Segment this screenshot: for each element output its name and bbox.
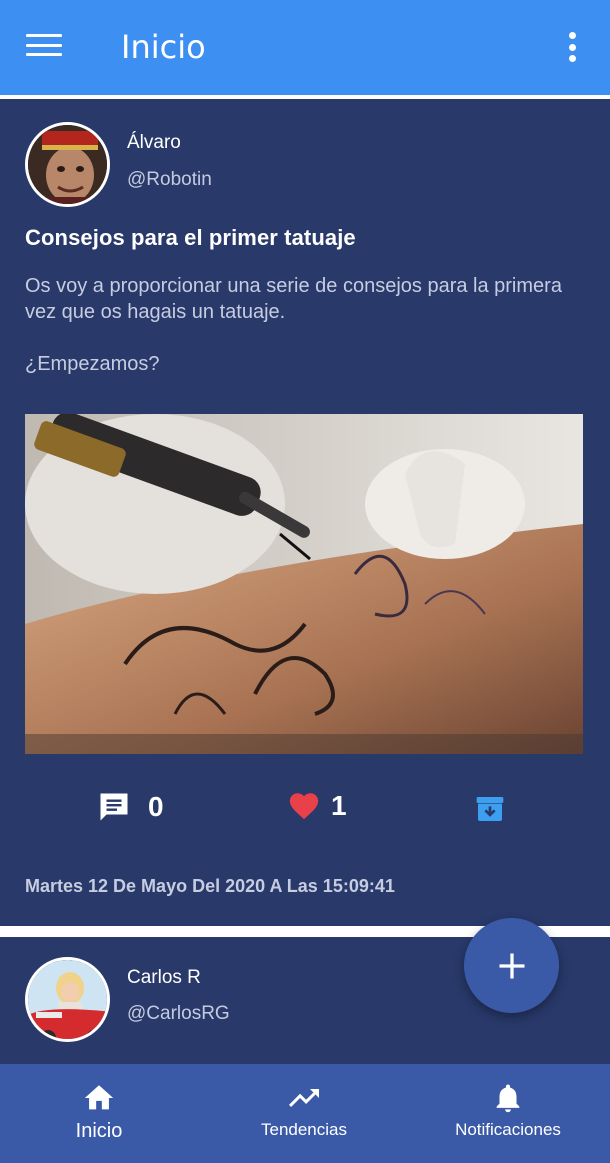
page-title: Inicio xyxy=(121,28,206,66)
post-actions: 0 1 xyxy=(0,787,610,837)
archive-icon xyxy=(476,797,504,821)
app-bar: Inicio xyxy=(0,0,610,95)
comment-icon xyxy=(100,793,128,821)
nav-label: Inicio xyxy=(75,1120,123,1142)
nav-item-tendencias[interactable]: Tendencias xyxy=(250,1064,358,1163)
nav-item-notificaciones[interactable]: Notificaciones xyxy=(446,1064,570,1163)
trending-up-icon xyxy=(289,1089,319,1107)
likes-count: 1 xyxy=(331,790,347,821)
nav-label: Notificaciones xyxy=(455,1120,561,1139)
post-body-text: Os voy a proporcionar una serie de conse… xyxy=(25,275,562,323)
new-post-button[interactable] xyxy=(464,918,559,1013)
post-card[interactable]: Álvaro @Robotin Consejos para el primer … xyxy=(0,99,610,926)
post-body: Os voy a proporcionar una serie de conse… xyxy=(25,273,585,377)
archive-button[interactable] xyxy=(474,793,506,825)
author-name[interactable]: Álvaro xyxy=(127,132,181,154)
author-handle[interactable]: @CarlosRG xyxy=(127,1003,230,1025)
post-timestamp: Martes 12 De Mayo Del 2020 A Las 15:09:4… xyxy=(25,876,395,896)
bottom-navigation: Inicio Tendencias Notificaciones xyxy=(0,1064,610,1163)
author-handle[interactable]: @Robotin xyxy=(127,169,212,191)
post-title: Consejos para el primer tatuaje xyxy=(25,225,356,250)
like-button[interactable]: 1 xyxy=(287,789,347,823)
comment-button[interactable]: 0 xyxy=(96,789,164,825)
post-body-text: ¿Empezamos? xyxy=(25,353,160,375)
menu-icon[interactable] xyxy=(26,30,62,60)
more-vert-icon[interactable] xyxy=(562,32,582,62)
author-name[interactable]: Carlos R xyxy=(127,967,201,989)
post-image[interactable] xyxy=(25,414,583,754)
comments-count: 0 xyxy=(148,791,164,822)
heart-icon xyxy=(289,793,319,820)
plus-icon xyxy=(499,953,524,978)
home-icon xyxy=(84,1085,114,1110)
bell-icon xyxy=(496,1084,520,1113)
nav-label: Tendencias xyxy=(260,1120,347,1139)
avatar[interactable] xyxy=(25,122,110,207)
avatar[interactable] xyxy=(25,957,110,1042)
nav-item-inicio[interactable]: Inicio xyxy=(58,1064,140,1163)
